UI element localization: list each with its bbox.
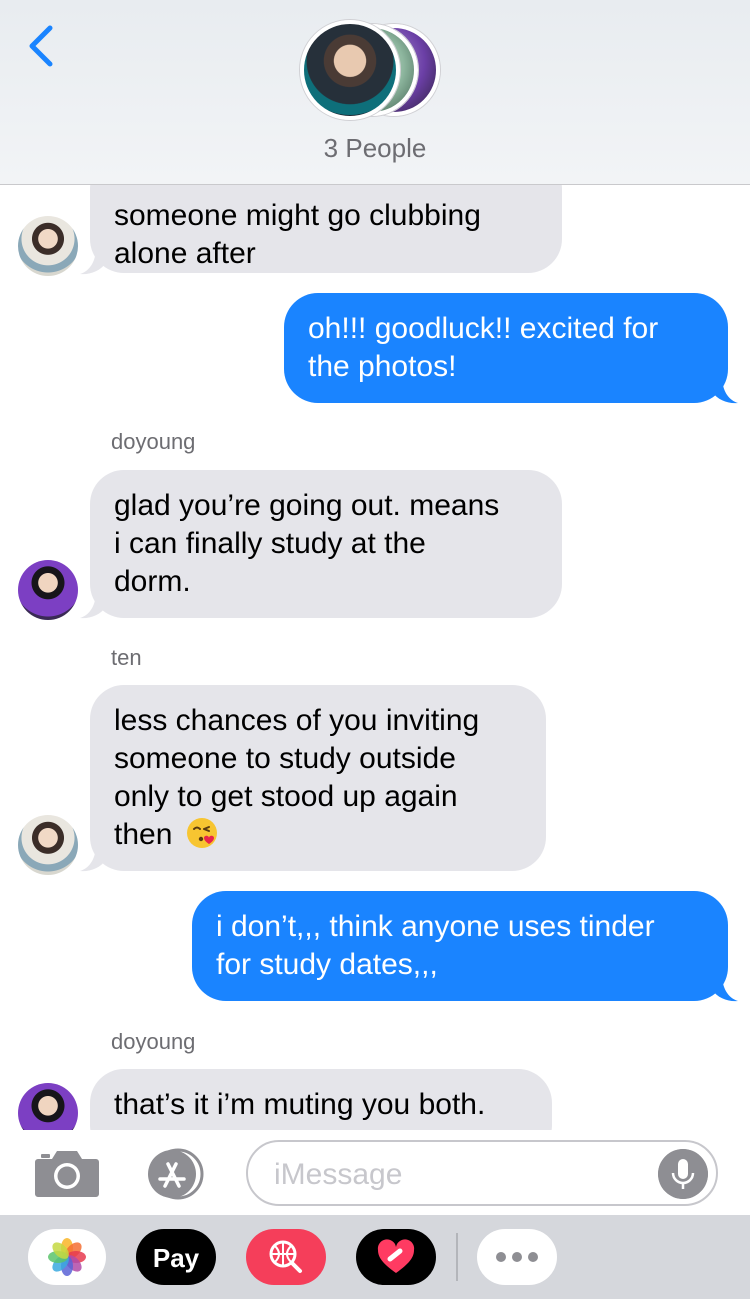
more-icon (496, 1252, 538, 1262)
incoming-message-bubble[interactable]: that’s it i’m muting you both. (90, 1069, 552, 1130)
camera-icon[interactable] (34, 1147, 100, 1199)
avatar[interactable] (18, 560, 78, 620)
sender-name: ten (111, 645, 142, 670)
message-line: only to get stood up again (114, 780, 458, 813)
avatar[interactable] (18, 216, 78, 276)
compose-bar: iMessage (0, 1130, 750, 1215)
photos-icon (48, 1238, 86, 1276)
message-line: then (114, 816, 522, 854)
message-input[interactable]: iMessage (246, 1140, 718, 1206)
sender-name: doyoung (111, 1029, 196, 1054)
message-text: then (114, 818, 173, 851)
group-member-avatar (300, 20, 400, 120)
more-apps-button[interactable] (477, 1229, 557, 1285)
apple-pay-text: Pay (152, 1243, 200, 1273)
message-list[interactable]: someone might go clubbing alone after oh… (0, 185, 750, 1130)
apple-pay-label: Pay (136, 1243, 216, 1274)
digital-touch-icon (377, 1239, 415, 1273)
incoming-message-bubble[interactable]: someone might go clubbing alone after (90, 185, 562, 273)
message-line: i can finally study at the (114, 527, 426, 560)
message-line: for study dates,,, (216, 948, 438, 981)
message-line: i don’t,,, think anyone uses tinder (216, 910, 655, 943)
group-member-count[interactable]: 3 People (0, 133, 750, 164)
bubble-tail (80, 247, 106, 275)
photos-app-button[interactable] (28, 1229, 106, 1285)
microphone-icon[interactable] (658, 1149, 708, 1199)
imessage-app-drawer: Pay (0, 1215, 750, 1299)
apple-pay-button[interactable]: Pay (136, 1229, 216, 1285)
conversation-header: 3 People (0, 0, 750, 185)
group-avatar-stack[interactable] (300, 20, 450, 120)
image-search-icon (269, 1240, 302, 1273)
back-chevron-icon[interactable] (22, 22, 62, 70)
bubble-tail (80, 844, 106, 872)
message-line: someone might go clubbing (114, 199, 481, 232)
bubble-tail (712, 974, 738, 1002)
message-line: that’s it i’m muting you both. (114, 1088, 486, 1121)
message-line: dorm. (114, 565, 191, 598)
message-line: glad you’re going out. means (114, 489, 500, 522)
message-line: someone to study outside (114, 742, 456, 775)
app-store-icon[interactable] (140, 1148, 212, 1200)
image-search-app-button[interactable] (246, 1229, 326, 1285)
drawer-divider (456, 1233, 458, 1281)
avatar[interactable] (18, 1083, 78, 1130)
bubble-tail (80, 591, 106, 619)
message-input-placeholder: iMessage (274, 1158, 403, 1191)
incoming-message-bubble[interactable]: less chances of you inviting someone to … (90, 685, 546, 871)
message-line: less chances of you inviting (114, 704, 480, 737)
message-line: the photos! (308, 350, 457, 383)
sender-name: doyoung (111, 429, 196, 454)
message-line: oh!!! goodluck!! excited for (308, 312, 659, 345)
bubble-tail (712, 376, 738, 404)
message-line: alone after (114, 237, 256, 270)
outgoing-message-bubble[interactable]: oh!!! goodluck!! excited for the photos! (284, 293, 728, 403)
incoming-message-bubble[interactable]: glad you’re going out. means i can final… (90, 470, 562, 618)
avatar[interactable] (18, 815, 78, 875)
outgoing-message-bubble[interactable]: i don’t,,, think anyone uses tinder for … (192, 891, 728, 1001)
kissing-face-with-heart-emoji (186, 818, 217, 848)
digital-touch-app-button[interactable] (356, 1229, 436, 1285)
